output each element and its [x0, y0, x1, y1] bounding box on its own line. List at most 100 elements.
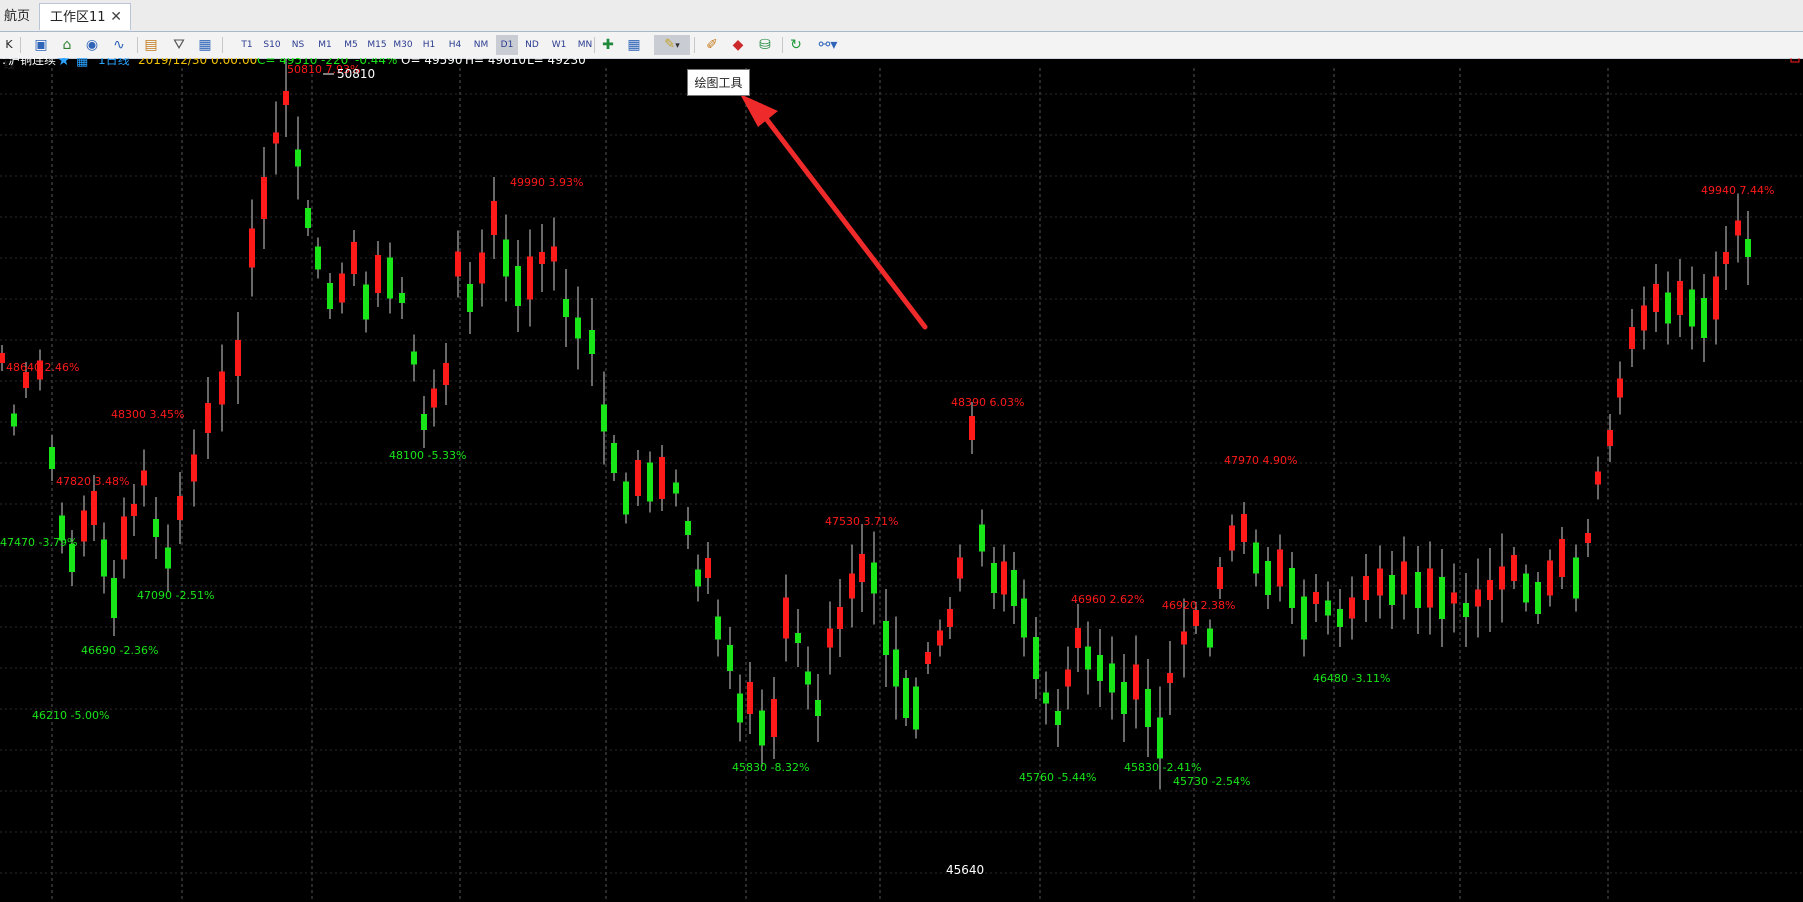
annotation-high: 47970 4.90%: [1224, 454, 1297, 467]
period-button-w1[interactable]: W1: [548, 35, 570, 55]
candle-body: [925, 652, 931, 664]
kline-label[interactable]: K线: [0, 35, 18, 71]
candle-body: [979, 524, 985, 552]
period-button-d1[interactable]: D1: [496, 35, 518, 55]
grid-icon[interactable]: ▦: [76, 58, 88, 69]
table-icon[interactable]: ▦: [196, 36, 214, 54]
candle-body: [1511, 555, 1517, 581]
annotation-high: 47820 3.48%: [56, 475, 129, 488]
candle-body: [903, 678, 909, 718]
candle-body: [1401, 561, 1407, 595]
toolbar-separator: [594, 37, 595, 53]
period-button-m15[interactable]: M15: [366, 35, 388, 55]
basket-icon[interactable]: ⛁: [756, 36, 774, 54]
refresh-icon[interactable]: ↻: [787, 36, 805, 54]
candle-body: [1389, 575, 1395, 605]
window-marker-icon[interactable]: [1790, 58, 1800, 63]
candle-body: [1595, 471, 1601, 485]
arrow-annotation: [740, 94, 928, 330]
candle-body: [503, 239, 509, 277]
period-button-ns[interactable]: NS: [287, 35, 309, 55]
chevron-down-icon: ▾: [675, 41, 680, 51]
candle-body: [849, 573, 855, 599]
high-value: H= 49610: [465, 58, 526, 67]
candle-body: [443, 363, 449, 385]
candle-body: [1001, 561, 1007, 595]
open-value: O= 49590: [401, 58, 463, 67]
close-icon[interactable]: ✕: [110, 4, 122, 31]
line-chart-icon[interactable]: ∿: [110, 36, 128, 54]
candle-body: [1745, 239, 1751, 257]
filter-icon[interactable]: ⛛: [170, 36, 188, 54]
candle-body: [937, 630, 943, 646]
candle-body: [431, 388, 437, 408]
peak-value-label: 50810: [337, 67, 375, 81]
candle-body: [421, 414, 427, 430]
star-icon[interactable]: ★: [57, 58, 70, 69]
candle-body: [363, 284, 369, 320]
toolbar-separator: [782, 37, 783, 53]
tab-workspace-11[interactable]: 工作区11 ✕: [39, 3, 131, 30]
tab-navigation[interactable]: 航页: [0, 3, 34, 30]
period-button-h4[interactable]: H4: [444, 35, 466, 55]
candle-body: [611, 443, 617, 473]
calendar-icon[interactable]: ▦: [625, 36, 643, 54]
indicator-icon[interactable]: ◉: [83, 36, 101, 54]
candle-body: [1585, 533, 1591, 543]
candle-body: [783, 597, 789, 639]
period-button-mn[interactable]: MN: [574, 35, 596, 55]
candle-body: [141, 470, 147, 486]
annotations: 48640 2.46% 47470 -3.79% 47820 3.48% 46210 …: [0, 63, 1774, 788]
link-icon[interactable]: ⚯▾: [815, 36, 841, 54]
period-button-nd[interactable]: ND: [521, 35, 543, 55]
candle-body: [1713, 276, 1719, 320]
annotation-low: 46690 -2.36%: [81, 644, 158, 657]
candle-body: [539, 252, 545, 264]
screenshot-icon[interactable]: ▣: [32, 36, 50, 54]
candle-body: [491, 201, 497, 235]
candle-body: [411, 351, 417, 365]
candle-body: [479, 252, 485, 284]
candle-body: [1085, 646, 1091, 670]
candle-body: [715, 616, 721, 640]
objects-icon[interactable]: ◆: [729, 36, 747, 54]
drawing-tools-button[interactable]: ✎▾: [654, 35, 690, 55]
candle-body: [1157, 717, 1163, 759]
annotation-low: 46210 -5.00%: [32, 709, 109, 722]
candle-body: [1289, 568, 1295, 608]
image-icon[interactable]: ▤: [142, 36, 160, 54]
candle-body: [283, 91, 289, 105]
period-button-s10[interactable]: S10: [261, 35, 283, 55]
add-chart-icon[interactable]: ✚: [599, 36, 617, 54]
candle-body: [305, 208, 311, 228]
period-button-h1[interactable]: H1: [418, 35, 440, 55]
candle-body: [805, 671, 811, 685]
annotation-low: 48100 -5.33%: [389, 449, 466, 462]
home-icon[interactable]: ⌂: [58, 36, 76, 54]
candle-body: [1217, 567, 1223, 589]
period-button-m30[interactable]: M30: [392, 35, 414, 55]
candle-body: [81, 510, 87, 542]
candle-body: [1265, 561, 1271, 595]
candle-body: [515, 266, 521, 306]
candle-body: [685, 521, 691, 535]
period-button-m1[interactable]: M1: [314, 35, 336, 55]
candlestick-chart[interactable]: 48640 2.46% 47470 -3.79% 47820 3.48% 46210 …: [0, 58, 1803, 902]
notes-icon[interactable]: ✐: [703, 36, 721, 54]
candle-body: [1033, 637, 1039, 679]
candle-body: [1723, 252, 1729, 264]
candle-body: [327, 283, 333, 309]
candle-body: [737, 693, 743, 723]
toolbar-separator: [137, 37, 138, 53]
candle-body: [1415, 572, 1421, 608]
candle-body: [837, 607, 843, 629]
period-button-m5[interactable]: M5: [340, 35, 362, 55]
candle-body: [1451, 592, 1457, 604]
candle-body: [1229, 525, 1235, 551]
candle-body: [1337, 609, 1343, 627]
candle-body: [1377, 568, 1383, 596]
candle-body: [375, 255, 381, 293]
period-button-nm[interactable]: NM: [470, 35, 492, 55]
period-button-t1[interactable]: T1: [236, 35, 258, 55]
candle-body: [1133, 664, 1139, 700]
